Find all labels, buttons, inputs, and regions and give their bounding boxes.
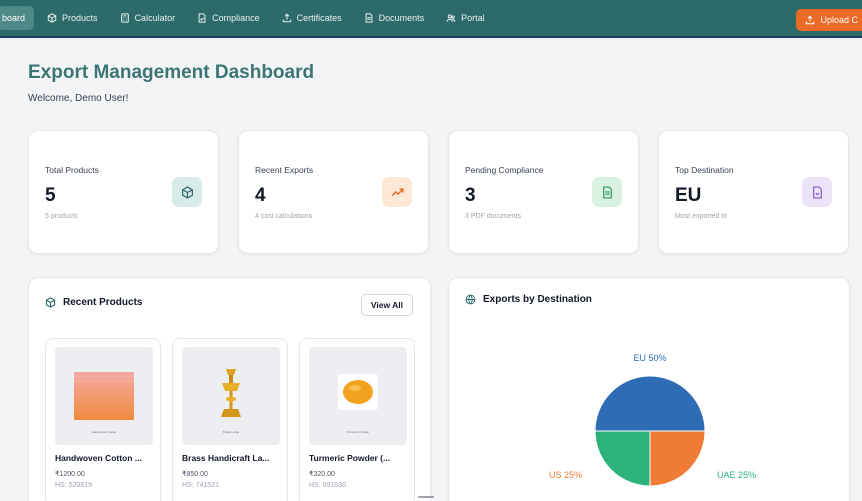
stat-value: EU <box>675 185 702 206</box>
stat-subtext: Most exported to <box>675 213 728 220</box>
pie-label-uae: UAE 25% <box>717 470 756 480</box>
box-icon <box>47 13 57 23</box>
nav-item-label: Products <box>62 13 98 23</box>
stat-value: 4 <box>255 185 266 206</box>
upload-button-label: Upload C <box>820 15 858 25</box>
pie-label-us: US 25% <box>549 470 582 480</box>
nav-item-label: Compliance <box>212 13 260 23</box>
product-card[interactable]: Brass Lamp Brass Handicraft La... ₹850.0… <box>172 338 288 501</box>
users-icon <box>446 13 456 23</box>
scrollbar-thumb[interactable] <box>418 496 434 498</box>
box-icon <box>45 297 56 308</box>
stat-card-total-products: Total Products 5 5 products <box>28 130 219 254</box>
upload-icon <box>805 15 815 25</box>
pie-label-eu: EU 50% <box>633 353 666 363</box>
product-image: Brass Lamp <box>182 347 280 445</box>
stat-label: Pending Compliance <box>465 165 544 175</box>
panel-title-text: Recent Products <box>63 297 143 308</box>
nav-item-dashboard[interactable]: board <box>0 6 35 30</box>
calculator-icon <box>120 13 130 23</box>
product-image: Turmeric Powder <box>309 347 407 445</box>
product-price: ₹320.00 <box>309 471 335 478</box>
product-name: Handwoven Cotton ... <box>55 453 142 463</box>
nav-item-products[interactable]: Products <box>38 6 107 30</box>
stat-card-recent-exports: Recent Exports 4 4 cost calculations <box>238 130 429 254</box>
nav-item-calculator[interactable]: Calculator <box>111 6 185 30</box>
stat-label: Recent Exports <box>255 165 314 175</box>
exports-by-destination-panel: Exports by Destination EU 50% US 25% UAE 2… <box>448 277 850 501</box>
pie-slice-us[interactable] <box>649 430 706 487</box>
stat-label: Total Products <box>45 165 99 175</box>
stat-subtext: 5 products <box>45 213 78 220</box>
product-card[interactable]: Turmeric Powder Turmeric Powder (... ₹32… <box>299 338 415 501</box>
product-image-caption: Handwoven Saree <box>92 430 117 434</box>
trending-up-icon <box>382 177 412 207</box>
nav-item-label: board <box>2 13 26 23</box>
stat-card-top-destination: Top Destination EU Most exported to <box>658 130 849 254</box>
nav-item-label: Calculator <box>134 13 176 23</box>
product-price: ₹1200.00 <box>55 471 85 478</box>
top-navbar: board Products Calculator Compliance Cer… <box>0 0 862 38</box>
nav-item-compliance[interactable]: Compliance <box>188 6 269 30</box>
file-check-icon <box>197 13 207 23</box>
nav-item-label: Documents <box>378 13 425 23</box>
recent-products-heading: Recent Products <box>45 297 142 308</box>
nav-item-documents[interactable]: Documents <box>355 6 434 30</box>
nav-item-label: Portal <box>461 13 485 23</box>
pie-slice-eu[interactable] <box>594 375 706 432</box>
upload-icon <box>282 13 292 23</box>
stat-subtext: 3 PDF documents <box>465 213 522 220</box>
document-icon <box>592 177 622 207</box>
product-image-caption: Turmeric Powder <box>347 430 370 434</box>
stat-subtext: 4 cost calculations <box>255 213 313 220</box>
recent-products-panel: Recent Products View All Handwoven Saree <box>28 277 431 501</box>
nav-item-label: Certificates <box>296 13 342 23</box>
view-all-button[interactable]: View All <box>360 294 413 316</box>
nav-item-portal[interactable]: Portal <box>437 6 494 30</box>
product-hs-code: HS: 741521 <box>182 482 219 489</box>
box-icon <box>172 177 202 207</box>
page-title: Export Management Dashboard <box>28 62 315 83</box>
upload-button[interactable]: Upload C <box>796 9 862 31</box>
nav-item-certificates[interactable]: Certificates <box>273 6 351 30</box>
product-hs-code: HS: 520819 <box>55 482 92 489</box>
product-name: Brass Handicraft La... <box>182 453 270 463</box>
product-image: Handwoven Saree <box>55 347 153 445</box>
file-icon <box>802 177 832 207</box>
document-icon <box>364 13 374 23</box>
stat-value: 5 <box>45 185 56 206</box>
pie-slice-uae[interactable] <box>594 430 651 487</box>
product-image-caption: Brass Lamp <box>223 430 239 434</box>
welcome-message: Welcome, Demo User! <box>28 93 129 104</box>
app-window: board Products Calculator Compliance Cer… <box>0 0 862 501</box>
product-hs-code: HS: 091030 <box>309 482 346 489</box>
product-card[interactable]: Handwoven Saree Handwoven Cotton ... ₹12… <box>45 338 161 501</box>
product-price: ₹850.00 <box>182 471 208 478</box>
product-name: Turmeric Powder (... <box>309 453 391 463</box>
stat-value: 3 <box>465 185 476 206</box>
exports-pie-chart: EU 50% US 25% UAE 25% <box>549 353 756 487</box>
stat-card-pending-compliance: Pending Compliance 3 3 PDF documents <box>448 130 639 254</box>
stat-label: Top Destination <box>675 165 734 175</box>
